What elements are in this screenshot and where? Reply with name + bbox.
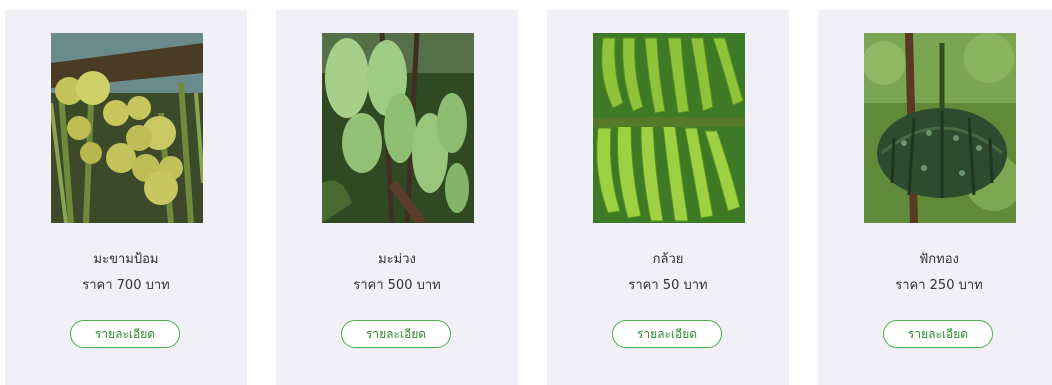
mango-photo[interactable] bbox=[322, 33, 474, 223]
product-grid: มะขามป้อม ราคา 700 บาท รายละเอียด มะม่วง… bbox=[0, 0, 1052, 385]
product-name: มะขามป้อม bbox=[93, 252, 159, 267]
product-name: ฟักทอง bbox=[919, 252, 959, 267]
details-button[interactable]: รายละเอียด bbox=[612, 320, 722, 348]
product-price: ราคา 700 บาท bbox=[82, 278, 170, 293]
product-name: กล้วย bbox=[652, 252, 684, 267]
product-card-pumpkin: ฟักทอง ราคา 250 บาท รายละเอียด bbox=[818, 10, 1052, 385]
details-button[interactable]: รายละเอียด bbox=[341, 320, 451, 348]
pumpkin-photo[interactable] bbox=[864, 33, 1016, 223]
product-price: ราคา 250 บาท bbox=[895, 278, 983, 293]
product-card-gooseberry: มะขามป้อม ราคา 700 บาท รายละเอียด bbox=[5, 10, 247, 385]
details-button[interactable]: รายละเอียด bbox=[883, 320, 993, 348]
details-button[interactable]: รายละเอียด bbox=[70, 320, 180, 348]
product-name: มะม่วง bbox=[378, 252, 416, 267]
product-card-banana: กล้วย ราคา 50 บาท รายละเอียด bbox=[547, 10, 789, 385]
product-price: ราคา 50 บาท bbox=[628, 278, 708, 293]
product-card-mango: มะม่วง ราคา 500 บาท รายละเอียด bbox=[276, 10, 518, 385]
banana-photo[interactable] bbox=[593, 33, 745, 223]
product-price: ราคา 500 บาท bbox=[353, 278, 441, 293]
gooseberry-photo[interactable] bbox=[51, 33, 203, 223]
